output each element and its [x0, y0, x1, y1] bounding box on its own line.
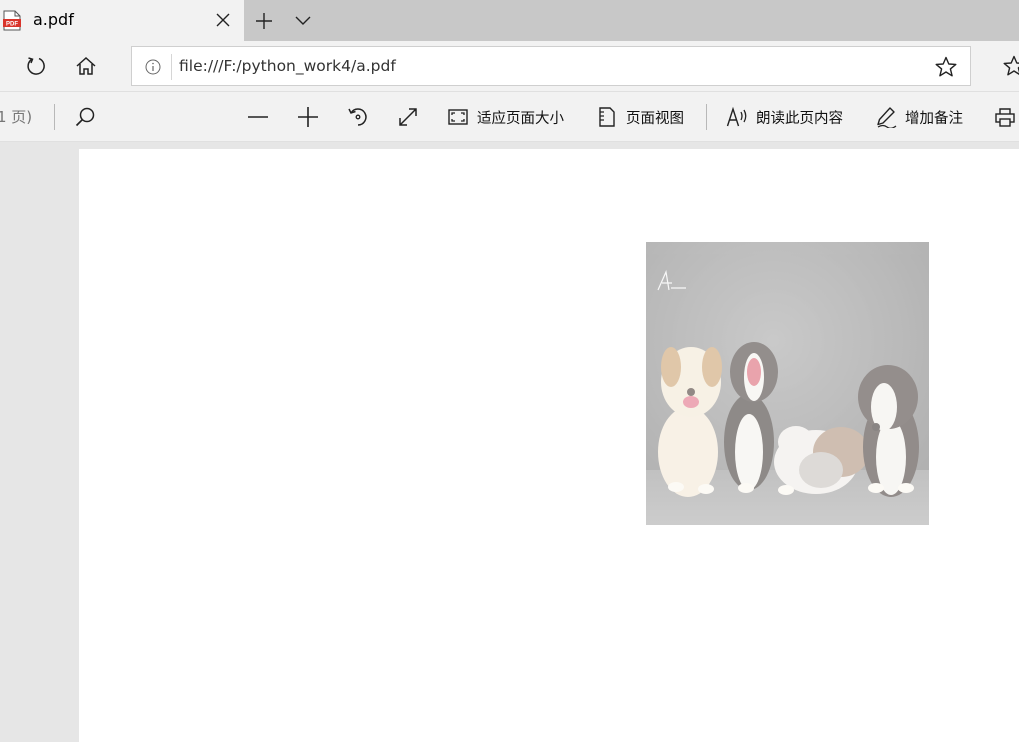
favorites-icon[interactable] [1002, 54, 1019, 78]
rotate-icon [348, 108, 367, 126]
close-icon [216, 13, 230, 27]
read-aloud-label: 朗读此页内容 [756, 110, 843, 127]
refresh-button[interactable] [16, 47, 56, 85]
puppies-image [646, 242, 929, 525]
star-icon[interactable] [934, 55, 958, 79]
home-button[interactable] [66, 47, 106, 85]
search-icon [75, 107, 95, 127]
pdf-favicon-label: PDF [6, 22, 18, 28]
navigation-bar: file:///F:/python_work4/a.pdf [0, 41, 1019, 92]
pdf-toolbar: 1 页) 适应页面大小 页面视图 朗读此页内容 增加备注 [0, 92, 1019, 142]
pdf-file-icon: PDF [3, 10, 21, 31]
rotate-button[interactable] [345, 104, 371, 130]
fit-page-icon [448, 109, 468, 125]
close-tab-button[interactable] [211, 8, 235, 32]
search-button[interactable] [72, 104, 98, 130]
full-screen-button[interactable] [395, 104, 421, 130]
tab-title: a.pdf [33, 10, 74, 29]
url-text[interactable]: file:///F:/python_work4/a.pdf [179, 55, 396, 77]
add-notes-button[interactable]: 增加备注 [875, 104, 963, 130]
expand-icon [399, 108, 417, 126]
print-button[interactable] [992, 104, 1018, 130]
pdf-viewer[interactable] [0, 142, 1019, 742]
tab-list-button[interactable] [290, 8, 316, 34]
page-view-icon [599, 107, 615, 127]
puppies-illustration [646, 242, 929, 525]
page-view-button[interactable]: 页面视图 [596, 104, 684, 130]
printer-icon [995, 108, 1015, 127]
pen-icon [877, 107, 897, 128]
home-icon [76, 56, 96, 75]
toolbar-divider [706, 104, 707, 130]
tab-active[interactable]: PDF a.pdf [0, 0, 244, 41]
zoom-in-button[interactable] [295, 104, 321, 130]
fit-page-label: 适应页面大小 [477, 110, 564, 127]
browser-window: PDF a.pdf file:///F:/python_work4/a.pdf … [0, 0, 1019, 742]
minus-icon [248, 116, 268, 118]
fit-page-button[interactable]: 适应页面大小 [447, 104, 564, 130]
add-notes-label: 增加备注 [905, 110, 963, 127]
chevron-down-icon [295, 16, 311, 25]
refresh-icon [27, 57, 45, 75]
read-aloud-icon [726, 106, 747, 127]
new-tab-button[interactable] [251, 8, 277, 34]
page-count: 1 页) [0, 108, 33, 126]
read-aloud-button[interactable]: 朗读此页内容 [726, 104, 843, 130]
address-bar[interactable]: file:///F:/python_work4/a.pdf [131, 46, 971, 86]
pdf-page [79, 149, 1019, 742]
plus-icon [298, 107, 318, 127]
toolbar-divider [54, 104, 55, 130]
zoom-out-button[interactable] [245, 104, 271, 130]
site-info-icon[interactable] [144, 58, 162, 76]
tab-bar: PDF a.pdf [0, 0, 1019, 41]
plus-icon [256, 13, 272, 29]
address-divider [171, 54, 172, 80]
page-view-label: 页面视图 [626, 110, 684, 127]
